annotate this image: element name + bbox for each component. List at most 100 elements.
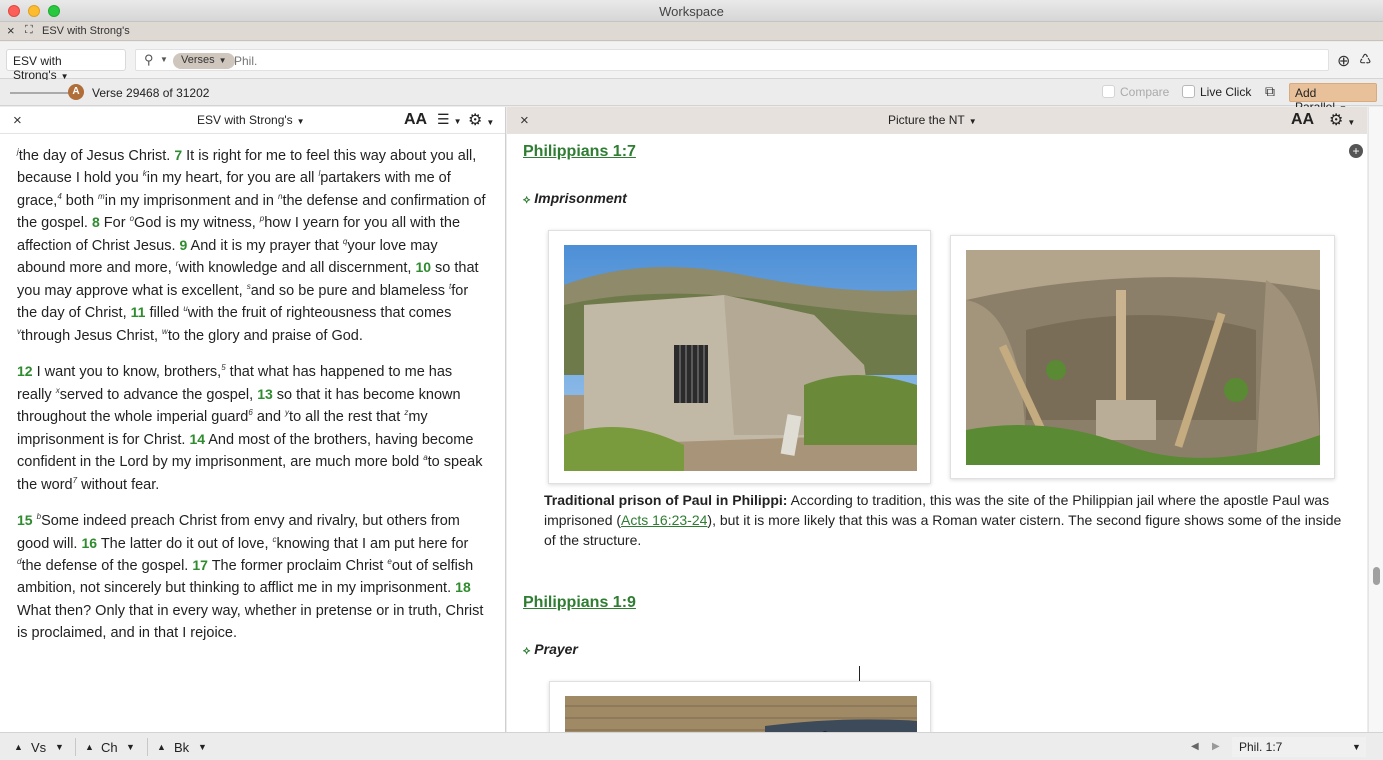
verse-number[interactable]: 14 — [189, 431, 205, 447]
close-tab-icon[interactable]: × — [7, 24, 15, 37]
next-book-icon[interactable]: ▼ — [198, 742, 207, 752]
resource-selector[interactable]: ESV with Strong's ▼ — [6, 49, 126, 82]
bible-text-pane: × ESV with Strong's ▼ AA ☰ ▼ ⚙ ▼ jthe day o… — [0, 107, 506, 732]
search-icon[interactable]: ⚲ — [144, 52, 154, 68]
verse-text: and so be pure and blameless — [250, 282, 450, 299]
next-verse-icon[interactable]: ▼ — [55, 742, 64, 752]
section-title: Imprisonment — [534, 190, 627, 206]
expand-icon[interactable]: ⛶ — [25, 24, 33, 37]
section-marker-icon[interactable]: ⟡ — [523, 645, 530, 657]
reference-value: Phil. 1:7 — [1239, 740, 1283, 754]
gear-icon[interactable]: ⚙ ▼ — [468, 110, 494, 130]
verse-number[interactable]: 13 — [257, 386, 273, 402]
font-size-icon[interactable]: AA — [1291, 111, 1314, 129]
book-nav-label[interactable]: Bk — [174, 740, 189, 755]
verse-text: And it is my prayer that — [187, 237, 343, 254]
bible-text: jthe day of Jesus Christ. 7 It is right … — [17, 145, 487, 659]
tab-label[interactable]: ESV with Strong's — [42, 25, 130, 37]
reference-link[interactable]: Philippians 1:7 — [523, 143, 636, 161]
pane-title-selector[interactable]: ESV with Strong's ▼ — [197, 113, 305, 127]
verse-number[interactable]: 8 — [92, 214, 100, 230]
picture-content: Philippians 1:7 + ⟡ Imprisonment Traditi… — [507, 135, 1367, 732]
add-icon[interactable]: + — [1349, 144, 1363, 158]
pane-header: × ESV with Strong's ▼ AA ☰ ▼ ⚙ ▼ — [0, 107, 505, 134]
next-chapter-icon[interactable]: ▼ — [126, 742, 135, 752]
verse-number[interactable]: 7 — [174, 147, 182, 163]
vertical-scrollbar[interactable] — [1368, 107, 1383, 732]
section-marker-icon[interactable]: ⟡ — [523, 194, 530, 206]
verse-text: What then? Only that in every way, wheth… — [17, 602, 484, 642]
font-size-icon[interactable]: AA — [404, 111, 427, 129]
add-circle-icon[interactable]: ⊕ — [1337, 51, 1350, 71]
verse-number[interactable]: 15 — [17, 512, 33, 528]
verse-text: served to advance the gospel, — [59, 386, 258, 403]
reference-field[interactable]: Phil. 1:7 — [1232, 737, 1366, 757]
chevron-down-icon[interactable]: ▼ — [1352, 742, 1361, 752]
verse-text: For — [99, 215, 130, 232]
close-pane-icon[interactable]: × — [520, 112, 529, 129]
picture-pane: × Picture the NT ▼ AA ⚙ ▼ Philippians 1:7 … — [507, 107, 1367, 732]
paragraph: 12 I want you to know, brothers,5 that w… — [17, 361, 487, 496]
verse-text: I want you to know, brothers, — [32, 364, 222, 381]
verse-slider-track[interactable] — [10, 92, 70, 94]
verse-text: the day of Jesus Christ. — [18, 148, 175, 164]
verse-number[interactable]: 18 — [455, 579, 471, 595]
chevron-down-icon[interactable]: ▼ — [160, 55, 168, 64]
footnote-marker[interactable]: m — [98, 192, 105, 201]
search-mode-pill[interactable]: Verses ▼ — [173, 53, 235, 69]
section-heading: ⟡ Prayer — [523, 641, 578, 658]
reference-link[interactable]: Philippians 1:9 — [523, 594, 636, 612]
search-input[interactable] — [234, 53, 1314, 69]
search-field[interactable]: ⚲ ▼ Verses ▼ — [135, 49, 1329, 71]
prayer-image — [565, 696, 917, 732]
verse-text: both — [61, 192, 99, 209]
verse-text: with the fruit of righteousness that com… — [187, 305, 452, 322]
live-click-checkbox[interactable] — [1182, 85, 1195, 98]
pane-title-label: ESV with Strong's — [197, 113, 293, 127]
section-heading: ⟡ Imprisonment — [523, 190, 627, 207]
photo-frame[interactable] — [548, 230, 931, 484]
previous-verse-icon[interactable]: ▲ — [14, 742, 23, 752]
verse-number[interactable]: 16 — [81, 535, 97, 551]
verse-nav-label[interactable]: Vs — [31, 740, 46, 755]
divider — [147, 738, 148, 756]
photo-frame[interactable] — [950, 235, 1335, 479]
pane-title-selector[interactable]: Picture the NT ▼ — [888, 113, 977, 127]
image-caption: Traditional prison of Paul in Philippi: … — [544, 490, 1349, 550]
resource-selector-label: ESV with Strong's — [13, 54, 62, 82]
verse-number[interactable]: 17 — [192, 557, 208, 573]
scripture-link[interactable]: Acts 16:23-24 — [621, 512, 707, 528]
prison-exterior-image — [564, 245, 917, 471]
chevron-down-icon: ▼ — [968, 117, 977, 126]
verse-slider-thumb[interactable]: A — [68, 84, 84, 100]
list-options-icon[interactable]: ☰ ▼ — [437, 111, 461, 128]
title-bar: Workspace — [0, 0, 1383, 22]
verse-text: in my imprisonment and in — [104, 192, 278, 209]
recycle-icon[interactable]: ♺ — [1359, 51, 1372, 68]
verse-count: Verse 29468 of 31202 — [92, 86, 210, 100]
divider — [75, 738, 76, 756]
close-pane-icon[interactable]: × — [13, 112, 22, 129]
chevron-down-icon: ▼ — [218, 56, 227, 65]
search-mode-label: Verses — [181, 54, 215, 66]
verse-text: The former proclaim Christ — [207, 557, 388, 574]
paragraph: jthe day of Jesus Christ. 7 It is right … — [17, 145, 487, 347]
layout-icon[interactable]: ⧉ — [1265, 83, 1275, 100]
add-parallel-button[interactable]: Add Parallel▼ — [1289, 83, 1377, 114]
verse-number[interactable]: 10 — [415, 259, 431, 275]
back-arrow-icon[interactable]: ◀ — [1191, 741, 1199, 752]
compare-checkbox[interactable] — [1102, 85, 1115, 98]
scrollbar-thumb[interactable] — [1373, 567, 1380, 585]
verse-text: to the glory and praise of God. — [167, 327, 363, 344]
verse-number[interactable]: 12 — [17, 363, 33, 379]
gear-icon[interactable]: ⚙ ▼ — [1329, 110, 1355, 130]
verse-number[interactable]: 11 — [131, 304, 146, 320]
photo-frame[interactable] — [549, 681, 931, 732]
pane-title-label: Picture the NT — [888, 113, 965, 127]
previous-chapter-icon[interactable]: ▲ — [85, 742, 94, 752]
verse-text: God is my witness, — [134, 215, 260, 232]
previous-book-icon[interactable]: ▲ — [157, 742, 166, 752]
forward-arrow-icon[interactable]: ▶ — [1212, 741, 1220, 752]
section-title: Prayer — [534, 641, 578, 657]
chapter-nav-label[interactable]: Ch — [101, 740, 118, 755]
